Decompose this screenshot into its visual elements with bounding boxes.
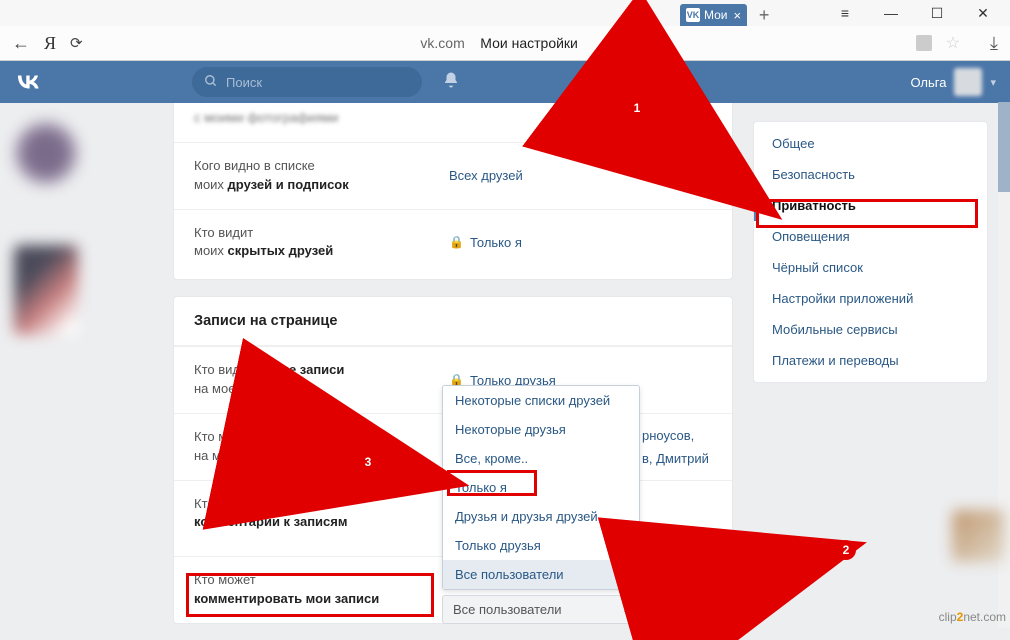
window-titlebar: VK Мои × + ≡ — ☐ ✕: [0, 0, 1010, 26]
blurred-photo: [14, 245, 78, 335]
dropdown-option[interactable]: Некоторые друзья: [443, 415, 639, 444]
privacy-dropdown-open: Некоторые списки друзей Некоторые друзья…: [442, 385, 640, 590]
setting-label: с моими фотографиями: [194, 109, 449, 128]
yandex-logo-icon[interactable]: Я: [44, 33, 56, 54]
setting-label: Кто может комментировать мои записи: [194, 571, 449, 609]
sidebar-item-privacy[interactable]: Приватность: [754, 190, 987, 221]
chevron-down-icon: ▾: [990, 76, 996, 89]
close-icon[interactable]: ×: [734, 8, 742, 23]
browser-chrome: VK Мои × + ≡ — ☐ ✕ ← Я ⟳ vk.com Мои наст…: [0, 0, 1010, 61]
sidebar-item-apps[interactable]: Настройки приложений: [754, 283, 987, 314]
setting-value[interactable]: Всех друзей: [449, 157, 523, 195]
sidebar-item-notifications[interactable]: Оповещения: [754, 221, 987, 252]
dropdown-option-only-me[interactable]: Только я: [443, 473, 639, 502]
url-display[interactable]: vk.com Мои настройки: [97, 35, 902, 51]
close-window-button[interactable]: ✕: [960, 0, 1006, 26]
blurred-thumb-corner: [952, 510, 1004, 562]
dropdown-option-selected[interactable]: Все пользователи: [443, 560, 639, 589]
back-icon[interactable]: ←: [12, 33, 30, 54]
watermark: clip2net.com: [939, 610, 1006, 624]
browser-tab-active[interactable]: VK Мои ×: [680, 4, 747, 26]
sidebar-item-general[interactable]: Общее: [754, 128, 987, 159]
settings-nav: Общее Безопасность Приватность Оповещени…: [753, 121, 988, 383]
user-menu[interactable]: Ольга ▾: [910, 68, 996, 96]
dropdown-option[interactable]: Друзья и друзья друзей: [443, 502, 639, 531]
search-input[interactable]: [226, 75, 410, 90]
search-box[interactable]: [192, 67, 422, 97]
notifications-icon[interactable]: [442, 71, 460, 94]
minimize-button[interactable]: —: [868, 0, 914, 26]
vk-logo-icon[interactable]: [14, 68, 42, 96]
page-scrollbar-thumb[interactable]: [998, 102, 1010, 192]
avatar: [954, 68, 982, 96]
setting-label: Кто видит чужие записи на моей странице: [194, 361, 449, 399]
card-header: Записи на странице: [174, 297, 732, 346]
privacy-card-photos: с моими фотографиями Кого видно в списке…: [173, 103, 733, 280]
setting-row-hidden-friends: Кто видит моих скрытых друзей 🔒 Только я: [174, 209, 732, 276]
setting-label: Кто видит моих скрытых друзей: [194, 224, 449, 262]
reload-icon[interactable]: ⟳: [70, 34, 83, 52]
site-info-icon[interactable]: [916, 35, 932, 51]
sidebar-item-blacklist[interactable]: Чёрный список: [754, 252, 987, 283]
username: Ольга: [910, 75, 946, 90]
privacy-dropdown-trigger[interactable]: Все пользователи ▴: [442, 595, 640, 624]
setting-value-partial-names: рноусов, в, Дмитрий: [642, 424, 709, 471]
downloads-icon[interactable]: ⤓: [990, 33, 998, 54]
bookmark-star-icon[interactable]: ☆: [946, 33, 960, 53]
maximize-button[interactable]: ☐: [914, 0, 960, 26]
vk-topbar: Ольга ▾: [0, 61, 1010, 103]
setting-label: Кого видно в списке моих друзей и подпис…: [194, 157, 449, 195]
setting-value[interactable]: 🔒 Только я: [449, 224, 522, 262]
hamburger-icon[interactable]: ≡: [822, 0, 868, 26]
browser-tabstrip: VK Мои × +: [0, 0, 775, 26]
dropdown-option[interactable]: Все, кроме..: [443, 444, 639, 473]
sidebar-item-payments[interactable]: Платежи и переводы: [754, 345, 987, 376]
dropdown-option[interactable]: Некоторые списки друзей: [443, 386, 639, 415]
vk-favicon: VK: [686, 8, 700, 22]
left-column: [8, 103, 173, 640]
new-tab-button[interactable]: +: [753, 4, 775, 26]
tab-title: Мои: [704, 8, 728, 22]
sidebar-item-security[interactable]: Безопасность: [754, 159, 987, 190]
setting-row-friends-list: Кого видно в списке моих друзей и подпис…: [174, 142, 732, 209]
chevron-up-icon: ▴: [624, 604, 629, 615]
search-icon: [204, 74, 218, 91]
setting-label: Кто видит комментарии к записям: [194, 495, 449, 533]
setting-label: Кто может оставлять записи на моей стран…: [194, 428, 449, 466]
blurred-avatar: [14, 121, 78, 185]
sidebar-item-mobile[interactable]: Мобильные сервисы: [754, 314, 987, 345]
address-bar: ← Я ⟳ vk.com Мои настройки ☆ ⤓: [0, 26, 1010, 60]
lock-icon: 🔒: [449, 235, 464, 249]
dropdown-option[interactable]: Только друзья: [443, 531, 639, 560]
